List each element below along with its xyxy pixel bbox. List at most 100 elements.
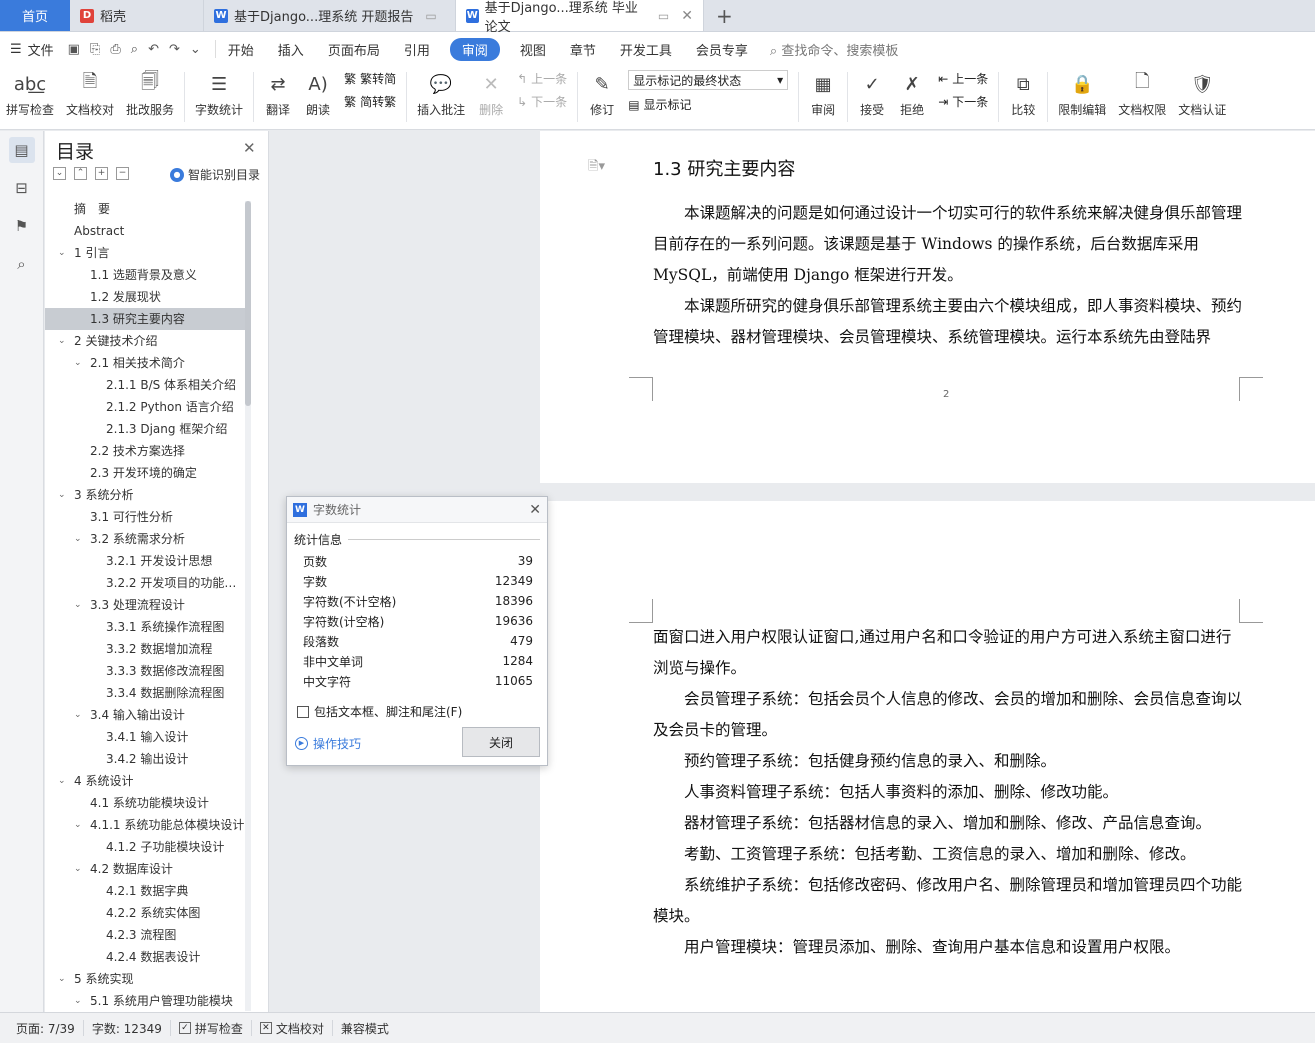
chevron-down-icon[interactable]: ⌄ <box>58 330 66 352</box>
menu-start[interactable]: 开始 <box>216 40 266 59</box>
scroll-thumb[interactable] <box>245 201 251 406</box>
chevron-down-icon[interactable]: ⌄ <box>74 814 82 836</box>
compat-mode[interactable]: 兼容模式 <box>333 1020 397 1036</box>
toc-item[interactable]: 2.1.1 B/S 体系相关介绍 <box>45 374 245 396</box>
toc-item[interactable]: ⌄ 3.2 系统需求分析 <box>45 528 245 550</box>
chevron-down-icon[interactable]: ⌄ <box>74 990 82 1012</box>
toc-item[interactable]: 4.2.2 系统实体图 <box>45 902 245 924</box>
redo-icon[interactable]: ↷ <box>169 42 180 57</box>
translate-button[interactable]: ⇄ 翻译 <box>258 70 298 118</box>
toc-item[interactable]: 4.1 系统功能模块设计 <box>45 792 245 814</box>
chevron-down-icon[interactable]: ⌄ <box>74 858 82 880</box>
toc-icon[interactable]: ▤ <box>8 137 35 163</box>
toc-item[interactable]: ⌄ 3 系统分析 <box>45 484 245 506</box>
close-icon[interactable]: ✕ <box>243 139 256 157</box>
accept-button[interactable]: ✓ 接受 <box>852 70 892 118</box>
toc-item[interactable]: 4.2.3 流程图 <box>45 924 245 946</box>
toc-item[interactable]: ⌄ 5.1 系统用户管理功能模块 <box>45 990 245 1012</box>
chevron-down-icon[interactable]: ⌄ <box>74 594 82 616</box>
menu-developer[interactable]: 开发工具 <box>608 40 684 59</box>
next-comment-button[interactable]: ↳ 下一条 <box>517 93 567 110</box>
toc-item[interactable]: 3.4.2 输出设计 <box>45 748 245 770</box>
toc-item[interactable]: 4.1.2 子功能模块设计 <box>45 836 245 858</box>
menu-insert[interactable]: 插入 <box>266 40 316 59</box>
chevron-down-icon[interactable]: ⌄ <box>58 484 66 506</box>
add-icon[interactable]: + <box>95 167 108 180</box>
chevron-down-icon[interactable]: ⌄ <box>58 242 66 264</box>
show-markup-button[interactable]: ▤ 显示标记 <box>628 96 788 113</box>
spell-check-button[interactable]: ab͟c 拼写检查 <box>0 70 60 118</box>
monitor-icon[interactable]: ▭ <box>425 9 436 23</box>
review-pane-button[interactable]: ▦ 审阅 <box>803 70 843 118</box>
toc-item[interactable]: 3.2.2 开发项目的功能需求 <box>45 572 245 594</box>
toc-item[interactable]: ⌄ 5 系统实现 <box>45 968 245 990</box>
dialog-titlebar[interactable]: W 字数统计 ✕ <box>287 497 547 523</box>
tab-home[interactable]: 首页 <box>0 0 70 31</box>
tab-docer[interactable]: D 稻壳 <box>70 0 204 31</box>
toc-item[interactable]: 2.3 开发环境的确定 <box>45 462 245 484</box>
toc-item[interactable]: 3.1 可行性分析 <box>45 506 245 528</box>
export-icon[interactable]: ⎘ <box>90 42 100 57</box>
toc-item[interactable]: 1.2 发展现状 <box>45 286 245 308</box>
command-search[interactable]: ⌕ 查找命令、搜索模板 <box>760 40 898 59</box>
toc-item[interactable]: 3.4.1 输入设计 <box>45 726 245 748</box>
toc-item[interactable]: ⌄ 4.1.1 系统功能总体模块设计 <box>45 814 245 836</box>
menu-review[interactable]: 审阅 <box>449 37 500 61</box>
toc-item[interactable]: ⌄ 3.3 处理流程设计 <box>45 594 245 616</box>
toc-item[interactable]: 3.2.1 开发设计思想 <box>45 550 245 572</box>
markup-state-select[interactable]: 显示标记的最终状态 ▾ <box>628 70 789 90</box>
tab-thesis[interactable]: W 基于Django...理系统 毕业论文 ▭ ✕ <box>456 0 704 35</box>
doc-certify-button[interactable]: 🛡 文档认证 <box>1172 70 1232 118</box>
page-indicator[interactable]: 页面: 7/39 <box>8 1020 84 1036</box>
chevron-down-icon[interactable]: ⌄ <box>190 42 201 57</box>
chevron-down-icon[interactable]: ⌄ <box>58 770 66 792</box>
file-menu[interactable]: ☰ 文件 <box>0 40 64 59</box>
close-button[interactable]: 关闭 <box>462 727 540 757</box>
toc-item[interactable]: 2.1.3 Djang 框架介绍 <box>45 418 245 440</box>
read-aloud-button[interactable]: A) 朗读 <box>298 70 338 118</box>
doc-check-toggle[interactable]: ✕ 文档校对 <box>252 1020 333 1036</box>
close-icon[interactable]: ✕ <box>529 502 541 518</box>
menu-member[interactable]: 会员专享 <box>684 40 760 59</box>
chevron-down-icon[interactable]: ⌄ <box>58 968 66 990</box>
smart-toc-button[interactable]: ● 智能识别目录 <box>170 166 260 183</box>
include-textbox-checkbox[interactable]: 包括文本框、脚注和尾注(F) <box>297 703 462 720</box>
toc-item[interactable]: 3.3.2 数据增加流程 <box>45 638 245 660</box>
chevron-down-icon[interactable]: ⌄ <box>74 528 82 550</box>
undo-icon[interactable]: ↶ <box>148 42 159 57</box>
toc-item[interactable]: 2.2 技术方案选择 <box>45 440 245 462</box>
menu-section[interactable]: 章节 <box>558 40 608 59</box>
insert-comment-button[interactable]: 💬 插入批注 <box>411 70 471 118</box>
compare-button[interactable]: ⧉ 比较 <box>1003 70 1043 118</box>
minus-icon[interactable]: − <box>116 167 129 180</box>
prev-comment-button[interactable]: ↰ 上一条 <box>517 70 567 87</box>
toc-item[interactable]: 4.2.4 数据表设计 <box>45 946 245 968</box>
batch-service-button[interactable]: 🗐 批改服务 <box>120 70 180 118</box>
word-count-indicator[interactable]: 字数: 12349 <box>84 1020 171 1036</box>
print-icon[interactable]: ⎙ <box>110 42 120 57</box>
add-tab-button[interactable]: + <box>704 0 745 31</box>
collapse-icon[interactable]: ⌄ <box>53 167 66 180</box>
save-icon[interactable]: ▣ <box>68 42 80 57</box>
restrict-edit-button[interactable]: 🔒 限制编辑 <box>1052 70 1112 118</box>
toc-item[interactable]: ⌄ 1 引言 <box>45 242 245 264</box>
delete-comment-button[interactable]: ✕ 删除 <box>471 70 511 118</box>
toc-item[interactable]: ⌄ 4.2 数据库设计 <box>45 858 245 880</box>
toc-item[interactable]: 1.1 选题背景及意义 <box>45 264 245 286</box>
toc-item[interactable]: ⌄ 4 系统设计 <box>45 770 245 792</box>
toc-item[interactable]: Abstract <box>45 220 245 242</box>
word-count-button[interactable]: ☰ 字数统计 <box>189 70 249 118</box>
chapter-icon[interactable]: ⊟ <box>9 175 35 201</box>
doc-check-button[interactable]: 🗎 文档校对 <box>60 70 120 118</box>
search-icon[interactable]: ⌕ <box>9 251 35 277</box>
monitor-icon[interactable]: ▭ <box>658 9 669 23</box>
toc-item[interactable]: ⌄ 2.1 相关技术简介 <box>45 352 245 374</box>
toc-item[interactable]: 3.3.3 数据修改流程图 <box>45 660 245 682</box>
expand-icon[interactable]: ⌃ <box>74 167 87 180</box>
chevron-down-icon[interactable]: ⌄ <box>74 704 82 726</box>
spell-check-toggle[interactable]: ✓ 拼写检查 <box>171 1020 252 1036</box>
simp-to-trad-button[interactable]: 繁简转繁 <box>344 93 396 110</box>
next-change-button[interactable]: ⇥ 下一条 <box>938 93 988 110</box>
close-icon[interactable]: ✕ <box>681 8 693 24</box>
doc-icon[interactable]: 🗎▾ <box>588 157 605 179</box>
